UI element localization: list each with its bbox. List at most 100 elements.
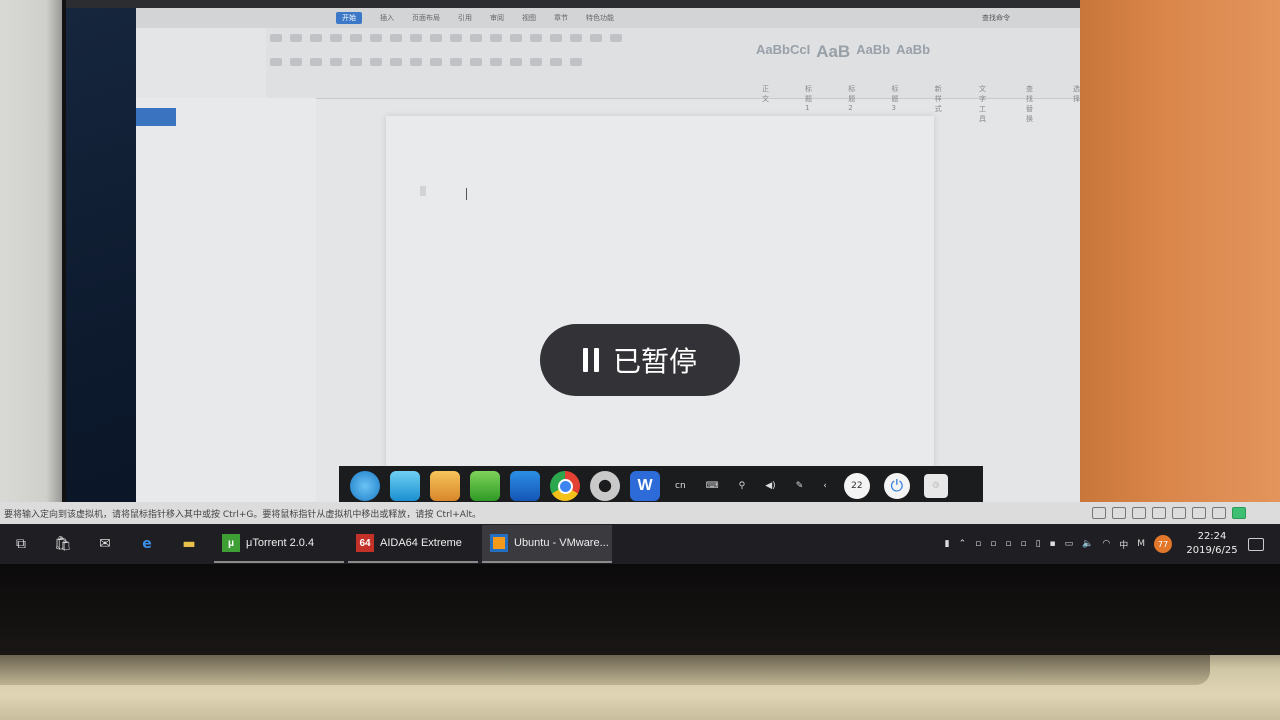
menu-features[interactable]: 特色功能 [586, 13, 614, 23]
pen-icon[interactable]: ✎ [796, 481, 804, 491]
keyboard-icon[interactable]: ⌨ [706, 481, 719, 491]
ribbon-tool[interactable] [550, 34, 562, 42]
video-player-icon[interactable] [510, 471, 540, 501]
ribbon-tool[interactable] [430, 58, 442, 66]
store-icon[interactable]: 🛍 [52, 533, 74, 555]
style-sample-normal[interactable]: AaBbCcI [756, 42, 810, 62]
ribbon-tool[interactable] [370, 58, 382, 66]
ribbon-tool[interactable] [270, 58, 282, 66]
wps-writer-icon[interactable]: W [630, 471, 660, 506]
taskbar-clock[interactable]: 22:24 2019/6/25 [1182, 530, 1242, 558]
ime-language-indicator[interactable]: 中 [1119, 538, 1128, 551]
ribbon-tool[interactable] [510, 58, 522, 66]
command-search[interactable]: 查找命令 [982, 13, 1010, 23]
network-tray-icon[interactable]: ▭ [1065, 539, 1074, 549]
trash-icon[interactable]: ♲ [923, 474, 948, 498]
dock-clock[interactable]: 22 [843, 473, 870, 499]
mail-icon[interactable]: ✉ [94, 533, 116, 555]
taskbar-item-vmware[interactable]: Ubuntu - VMware... [482, 525, 612, 563]
sound-device-icon[interactable] [1172, 507, 1186, 519]
menu-insert[interactable]: 插入 [380, 13, 394, 23]
chrome-icon[interactable] [550, 471, 580, 501]
volume-icon[interactable]: ◀) [765, 481, 775, 491]
ribbon-tool[interactable] [290, 34, 302, 42]
tray-app-icon[interactable]: ▮ [945, 539, 950, 549]
app-store-icon[interactable] [390, 471, 420, 501]
usb-device-icon[interactable] [1152, 507, 1166, 519]
harddisk-icon[interactable] [1092, 507, 1106, 519]
menu-section[interactable]: 章节 [554, 13, 568, 23]
ribbon-tool[interactable] [570, 34, 582, 42]
side-panel-tab[interactable] [136, 108, 176, 126]
ribbon-tool[interactable] [370, 34, 382, 42]
ribbon-right-label[interactable]: 选择 [1073, 84, 1080, 124]
ribbon-tool[interactable] [430, 34, 442, 42]
control-center-icon[interactable] [590, 471, 620, 501]
tray-badge-icon[interactable]: 77 [1154, 535, 1172, 553]
paused-overlay[interactable]: 已暂停 [540, 324, 740, 396]
ribbon-tool[interactable] [550, 58, 562, 66]
ribbon-tool[interactable] [590, 34, 602, 42]
tray-expand-chevron-icon[interactable]: ‹ [823, 481, 827, 491]
ribbon-right-label[interactable]: 文字工具 [979, 84, 990, 124]
cdrom-icon[interactable] [1112, 507, 1126, 519]
ribbon-tool[interactable] [450, 58, 462, 66]
style-sample-h2[interactable]: AaBb [856, 42, 890, 62]
tray-app-icon[interactable]: ▫ [1020, 539, 1026, 549]
file-manager-icon[interactable] [430, 471, 460, 501]
menu-page-layout[interactable]: 页面布局 [412, 13, 440, 23]
style-sample-h3[interactable]: AaBb [896, 42, 930, 62]
ribbon-tool[interactable] [470, 34, 482, 42]
style-gallery[interactable]: AaBbCcI AaB AaBb AaBb [756, 42, 930, 62]
ribbon-tool[interactable] [570, 58, 582, 66]
ribbon-tool[interactable] [290, 58, 302, 66]
ebook-reader-icon[interactable] [470, 471, 500, 501]
ime-mode-indicator[interactable]: M [1137, 539, 1145, 549]
ribbon-tool[interactable] [390, 58, 402, 66]
keyboard-layout-indicator[interactable]: cn [675, 481, 686, 491]
menu-references[interactable]: 引用 [458, 13, 472, 23]
tray-app-icon[interactable]: ▪ [1050, 539, 1056, 549]
ribbon-tool[interactable] [470, 58, 482, 66]
taskbar-item-aida64[interactable]: 64 AIDA64 Extreme [348, 525, 478, 563]
style-sample-h1[interactable]: AaB [816, 42, 850, 62]
ribbon-tool[interactable] [350, 34, 362, 42]
ribbon-tool[interactable] [530, 58, 542, 66]
ribbon-tool[interactable] [330, 34, 342, 42]
network-icon[interactable] [1132, 507, 1146, 519]
file-explorer-icon[interactable]: ▬ [178, 533, 200, 555]
ribbon-tool[interactable] [310, 58, 322, 66]
show-hidden-icons-chevron-icon[interactable]: ⌃ [959, 539, 967, 549]
printer-icon[interactable] [1192, 507, 1206, 519]
menu-review[interactable]: 审阅 [490, 13, 504, 23]
launcher-icon[interactable] [350, 471, 380, 501]
ribbon-tool[interactable] [310, 34, 322, 42]
ribbon-tool[interactable] [530, 34, 542, 42]
document-page[interactable] [386, 116, 934, 502]
display-icon[interactable] [1212, 507, 1226, 519]
taskbar-item-utorrent[interactable]: μ μTorrent 2.0.4 [214, 525, 344, 563]
edge-icon[interactable]: e [136, 533, 158, 555]
ribbon-right-label[interactable]: 查找替换 [1026, 84, 1037, 124]
ribbon-tool[interactable] [390, 34, 402, 42]
ribbon-tool[interactable] [350, 58, 362, 66]
menu-view[interactable]: 视图 [522, 13, 536, 23]
menu-home[interactable]: 开始 [336, 12, 362, 24]
volume-tray-icon[interactable]: 🔈 [1082, 539, 1093, 549]
tray-app-icon[interactable]: ▫ [990, 539, 996, 549]
ribbon-tool[interactable] [490, 34, 502, 42]
ribbon-tool[interactable] [410, 34, 422, 42]
usb-icon[interactable]: ⚲ [739, 481, 746, 491]
ribbon-right-label[interactable]: 新样式 [935, 84, 943, 124]
ribbon-tool[interactable] [610, 34, 622, 42]
battery-icon[interactable]: ▯ [1036, 539, 1041, 549]
ribbon-tool[interactable] [330, 58, 342, 66]
ribbon-tool[interactable] [270, 34, 282, 42]
wifi-icon[interactable]: ◠ [1102, 539, 1110, 549]
ribbon-tool[interactable] [510, 34, 522, 42]
message-log-icon[interactable] [1232, 507, 1246, 519]
tray-app-icon[interactable]: ▫ [1005, 539, 1011, 549]
tray-app-icon[interactable]: ▫ [975, 539, 981, 549]
action-center-icon[interactable] [1248, 537, 1264, 551]
power-icon[interactable]: ⏻ [883, 473, 910, 499]
